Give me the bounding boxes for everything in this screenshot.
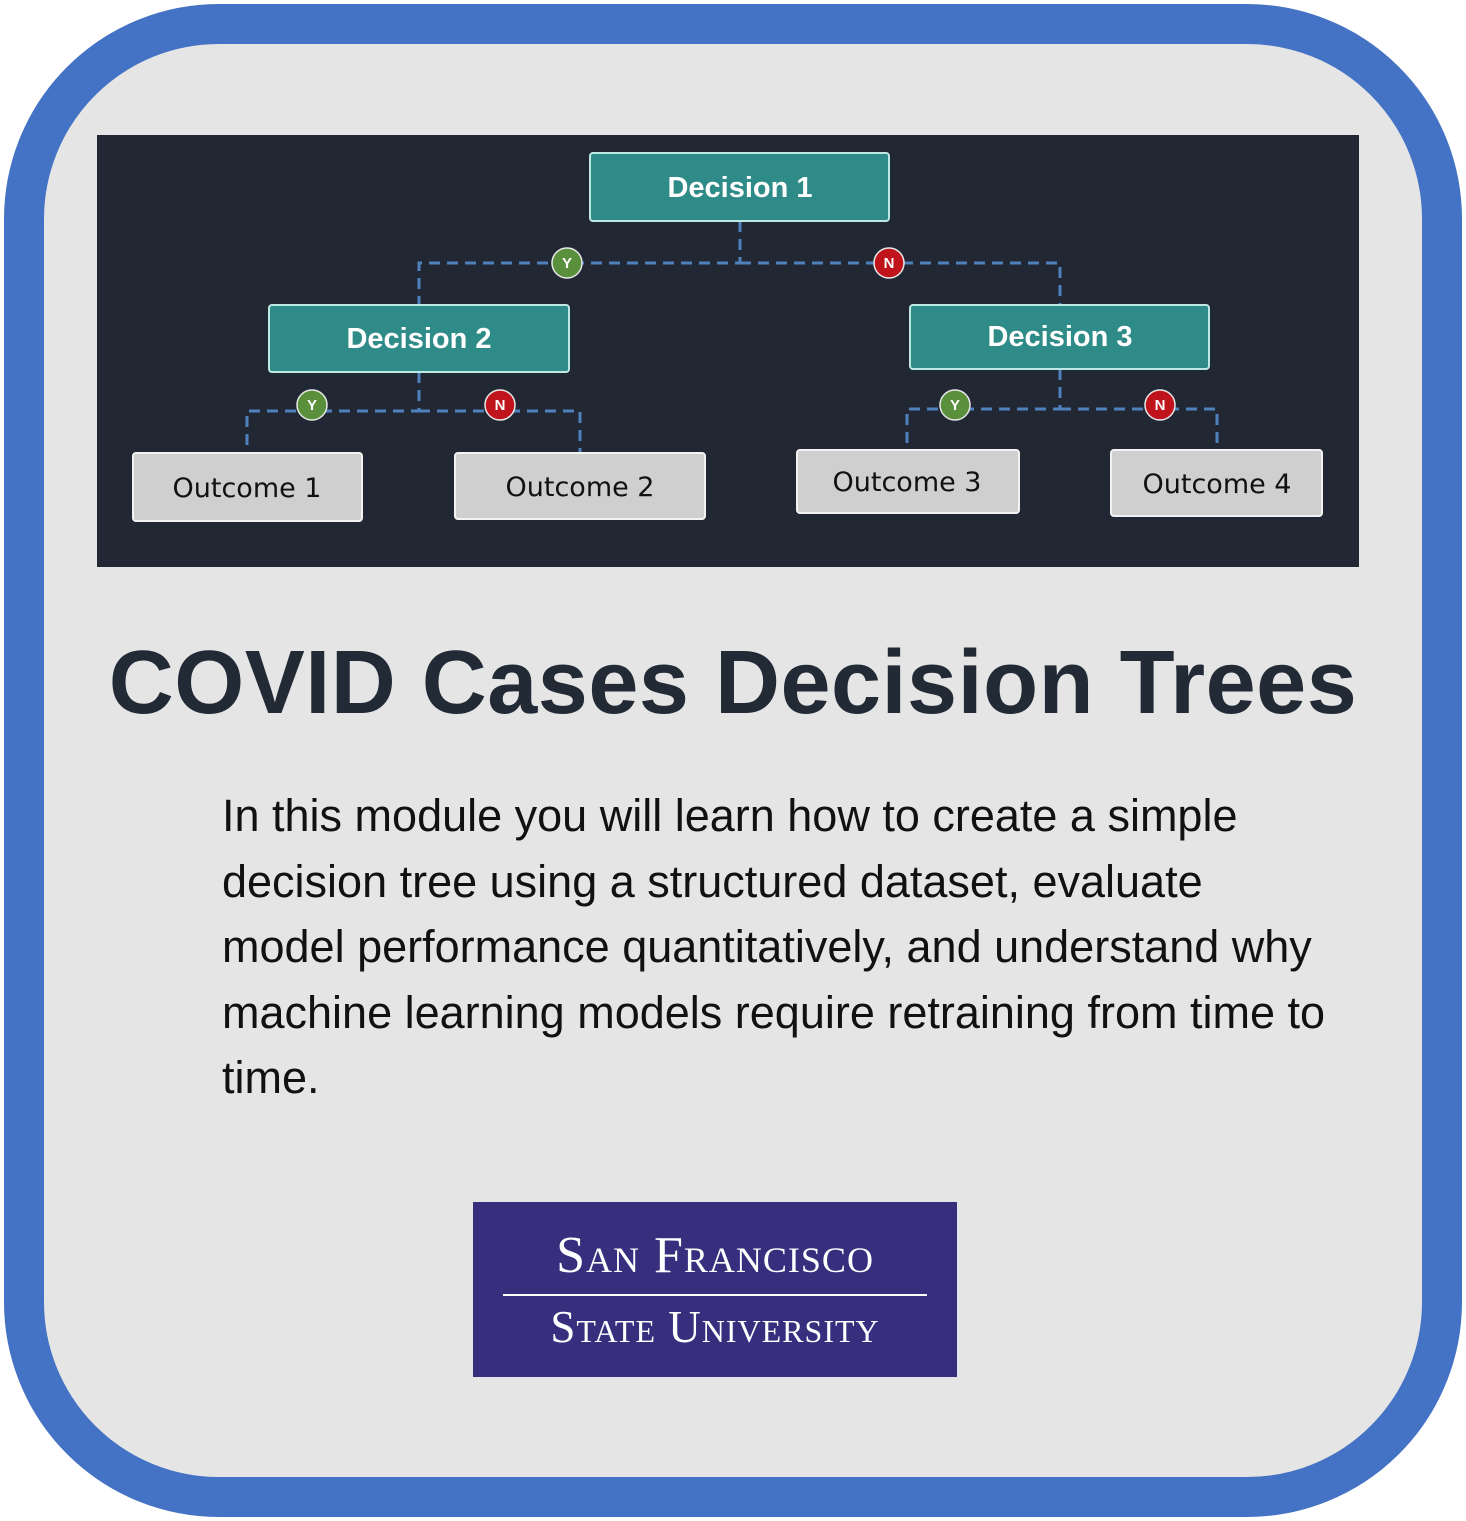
link-d3-o4 (1060, 407, 1219, 450)
module-description: In this module you will learn how to cre… (222, 790, 1326, 1103)
logo-line-1: San Francisco (556, 1227, 874, 1284)
link-d3-o3 (905, 369, 1062, 450)
svg-text:Y: Y (307, 397, 317, 414)
yes-badge-d1: Y (551, 247, 583, 279)
svg-text:Decision 3: Decision 3 (987, 321, 1132, 353)
logo-line-2: State University (550, 1302, 880, 1352)
decision-node-3: Decision 3 (909, 304, 1210, 370)
outcome-node-1: Outcome 1 (132, 452, 363, 522)
decision-tree-diagram: Y N Y N Y N Decision 1 Decision 2 Decisi… (97, 135, 1359, 567)
no-badge-d3: N (1144, 389, 1176, 421)
yes-badge-d3: Y (939, 389, 971, 421)
svg-text:N: N (1155, 397, 1166, 414)
svg-text:Y: Y (562, 255, 572, 272)
svg-text:Outcome 4: Outcome 4 (1143, 469, 1292, 500)
svg-text:Outcome 3: Outcome 3 (833, 467, 982, 498)
yes-badge-d2: Y (296, 389, 328, 421)
svg-text:N: N (884, 255, 895, 272)
page-title: COVID Cases Decision Trees (108, 633, 1358, 733)
svg-text:Y: Y (950, 397, 960, 414)
decision-node-1: Decision 1 (589, 152, 890, 222)
university-logo: San Francisco State University (473, 1202, 957, 1377)
no-badge-d2: N (484, 389, 516, 421)
decision-tree-svg: Y N Y N Y N Decision 1 Decision 2 Decisi… (132, 152, 1323, 522)
svg-text:Outcome 1: Outcome 1 (173, 473, 322, 504)
svg-text:N: N (495, 397, 506, 414)
decision-node-2: Decision 2 (268, 304, 570, 373)
no-badge-d1: N (873, 247, 905, 279)
outcome-node-2: Outcome 2 (454, 452, 706, 520)
svg-text:Outcome 2: Outcome 2 (506, 472, 655, 503)
svg-text:Decision 2: Decision 2 (346, 323, 491, 355)
link-d2-o1 (245, 372, 421, 453)
svg-text:Decision 1: Decision 1 (667, 172, 812, 204)
outcome-node-3: Outcome 3 (796, 449, 1020, 514)
logo-divider (503, 1294, 927, 1296)
outcome-node-4: Outcome 4 (1110, 449, 1323, 517)
